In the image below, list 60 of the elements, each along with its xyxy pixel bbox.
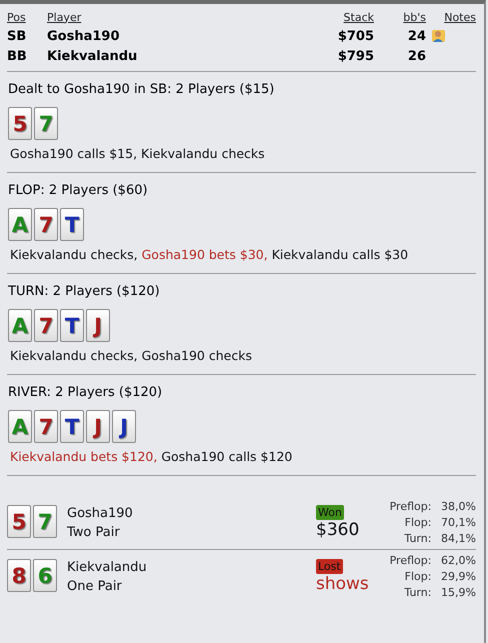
playing-card: 7 xyxy=(34,309,58,342)
playing-card: T xyxy=(60,309,84,342)
playing-card: 5 xyxy=(8,107,32,140)
playing-card: J xyxy=(112,410,136,443)
playing-card: 7 xyxy=(34,410,58,443)
equity-value: 62,0% xyxy=(441,552,476,568)
equity-value: 29,9% xyxy=(441,568,476,584)
equity-label: Preflop: xyxy=(390,498,432,514)
street-title: TURN: 2 Players ($120) xyxy=(8,284,161,299)
playing-card: T xyxy=(60,208,84,241)
result-amount: shows xyxy=(316,574,369,594)
column-header[interactable]: Player xyxy=(47,10,82,24)
playing-card: 8 xyxy=(7,559,31,592)
playing-card: A xyxy=(8,208,32,241)
player-name: Gosha190 xyxy=(47,28,120,44)
action-text: Kiekvalandu checks, Gosha190 checks xyxy=(9,348,253,363)
column-header[interactable]: bb's xyxy=(403,10,426,24)
equity-value: 70,1% xyxy=(441,514,476,530)
street-title: Dealt to Gosha190 in SB: 2 Players ($15) xyxy=(8,82,276,97)
playing-card: 7 xyxy=(34,107,58,140)
column-header[interactable]: Notes xyxy=(444,10,476,24)
playing-card: A xyxy=(8,410,32,443)
person-note-icon[interactable] xyxy=(432,29,446,43)
result-amount: $360 xyxy=(316,520,360,540)
equity-label: Turn: xyxy=(404,530,432,546)
playing-card: 5 xyxy=(7,505,31,538)
hand-rank: One Pair xyxy=(67,578,123,596)
equity-value: 84,1% xyxy=(441,530,476,546)
column-header[interactable]: Stack xyxy=(344,10,374,24)
result-badge: Won xyxy=(316,505,344,520)
player-name: Kiekvalandu xyxy=(67,558,148,576)
action-text: Kiekvalandu checks, Gosha190 bets $30, Kiekvalandu calls $30 xyxy=(9,247,410,262)
bb-count: 26 xyxy=(408,48,426,64)
position-text: SB xyxy=(7,28,26,44)
playing-card: A xyxy=(8,309,32,342)
player-name: Gosha190 xyxy=(67,504,134,522)
street-title: RIVER: 2 Players ($120) xyxy=(8,385,164,400)
playing-card: J xyxy=(86,410,110,443)
equity-label: Turn: xyxy=(404,584,432,600)
position-text: BB xyxy=(7,48,27,64)
playing-card: 6 xyxy=(33,559,57,592)
hand-rank: Two Pair xyxy=(67,524,121,542)
result-badge: Lost xyxy=(316,559,343,574)
equity-value: 38,0% xyxy=(441,498,476,514)
playing-card: 7 xyxy=(34,208,58,241)
action-text: Gosha190 calls $15, Kiekvalandu checks xyxy=(9,146,266,161)
action-text: Kiekvalandu bets $120, Gosha190 calls $120 xyxy=(9,449,294,464)
stack-text: $705 xyxy=(338,28,374,44)
equity-value: 15,9% xyxy=(441,584,476,600)
bb-count: 24 xyxy=(408,28,426,44)
equity-label: Flop: xyxy=(404,514,432,530)
stack-text: $795 xyxy=(338,48,374,64)
column-header[interactable]: Pos xyxy=(7,10,26,24)
player-name: Kiekvalandu xyxy=(47,48,138,64)
playing-card: 7 xyxy=(33,505,57,538)
street-title: FLOP: 2 Players ($60) xyxy=(8,183,149,198)
playing-card: J xyxy=(86,309,110,342)
equity-label: Flop: xyxy=(404,568,432,584)
playing-card: T xyxy=(60,410,84,443)
equity-label: Preflop: xyxy=(390,552,432,568)
